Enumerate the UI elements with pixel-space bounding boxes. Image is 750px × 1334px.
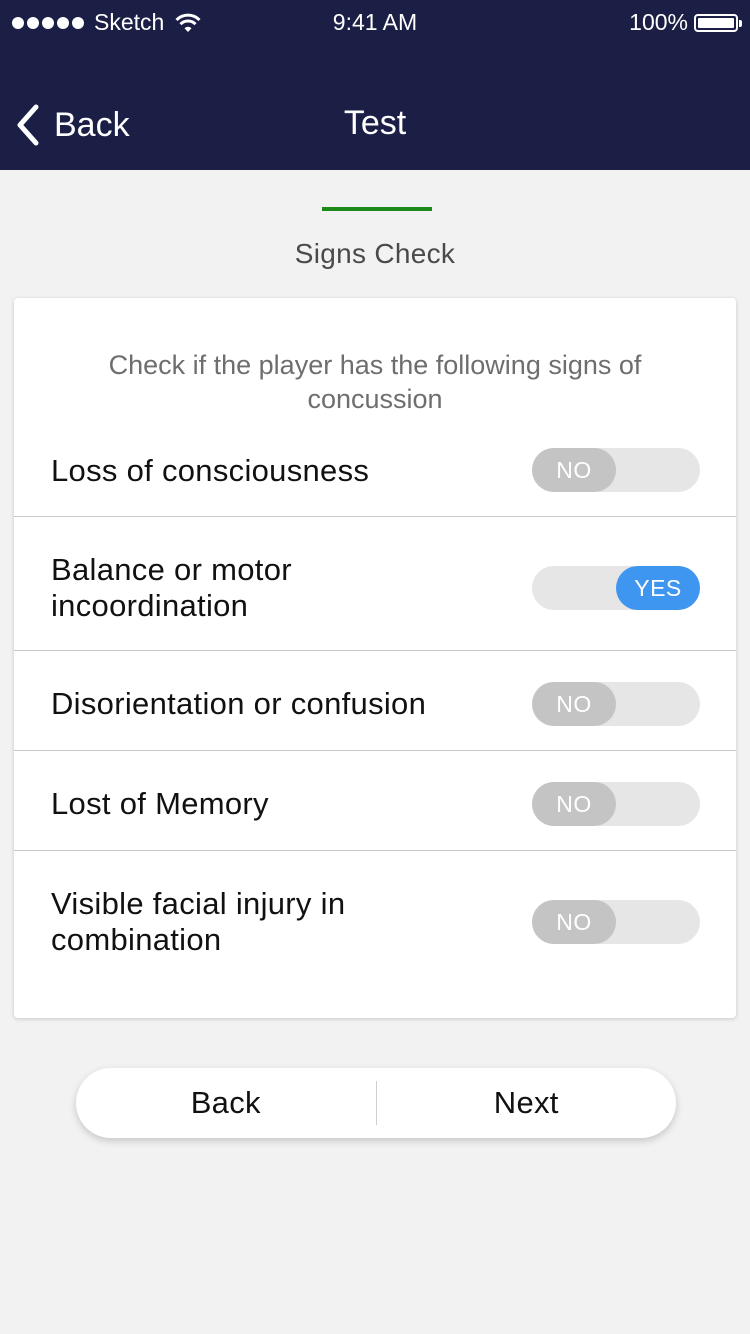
sign-row-loss-of-consciousness: Loss of consciousness NO bbox=[14, 429, 736, 517]
status-bar: Sketch 9:41 AM 100% bbox=[0, 0, 750, 44]
sign-label: Loss of consciousness bbox=[51, 453, 370, 488]
toggle-knob: NO bbox=[532, 900, 616, 944]
back-button[interactable]: Back bbox=[76, 1068, 376, 1138]
toggle-knob: YES bbox=[616, 566, 700, 610]
instruction-text: Check if the player has the following si… bbox=[108, 350, 642, 414]
step-indicator bbox=[322, 207, 432, 211]
toggle-lost-of-memory[interactable]: NO bbox=[532, 782, 700, 826]
toggle-knob: NO bbox=[532, 782, 616, 826]
toggle-facial-injury[interactable]: NO bbox=[532, 900, 700, 944]
nav-title: Test bbox=[343, 104, 407, 142]
nav-bar: Sketch 9:41 AM 100% Back Test bbox=[0, 0, 750, 170]
signs-card: Check if the player has the following si… bbox=[14, 298, 736, 1018]
battery-icon bbox=[694, 13, 742, 32]
sign-label: Disorientation or confusion bbox=[51, 686, 427, 721]
sign-row-facial-injury: Visible facial injury in combination NO bbox=[14, 851, 736, 1011]
toggle-knob: NO bbox=[532, 448, 616, 492]
sign-label: Visible facial injury in combination bbox=[51, 886, 346, 957]
sign-label: Lost of Memory bbox=[51, 786, 269, 821]
toggle-loss-of-consciousness[interactable]: NO bbox=[532, 448, 700, 492]
sign-row-lost-of-memory: Lost of Memory NO bbox=[14, 751, 736, 851]
footer-button-group: Back Next bbox=[76, 1068, 676, 1138]
toggle-disorientation[interactable]: NO bbox=[532, 682, 700, 726]
next-button[interactable]: Next bbox=[377, 1068, 677, 1138]
sign-label: Balance or motor incoordination bbox=[51, 552, 292, 623]
step-title: Signs Check bbox=[294, 238, 456, 269]
toggle-knob: NO bbox=[532, 682, 616, 726]
sign-row-balance-motor: Balance or motor incoordination YES bbox=[14, 517, 736, 651]
status-right: 100% bbox=[629, 9, 742, 36]
sign-row-disorientation: Disorientation or confusion NO bbox=[14, 651, 736, 751]
toggle-balance-motor[interactable]: YES bbox=[532, 566, 700, 610]
battery-percent: 100% bbox=[629, 9, 688, 35]
